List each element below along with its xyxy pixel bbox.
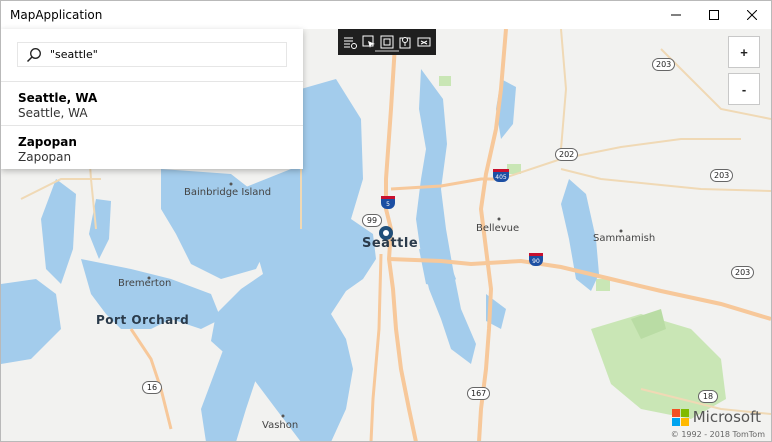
result-name: Zapopan	[18, 135, 77, 149]
result-name: Seattle, WA	[18, 91, 98, 105]
window-controls	[657, 1, 771, 29]
window-title: MapApplication	[10, 8, 103, 22]
label-sammamish: Sammamish	[593, 233, 656, 244]
screenshot-tool[interactable]	[416, 34, 432, 50]
maximize-button[interactable]	[695, 1, 733, 29]
search-box[interactable]	[17, 42, 287, 67]
select-tool[interactable]	[361, 34, 377, 50]
minimize-icon	[671, 14, 681, 16]
label-seattle: Seattle	[362, 236, 419, 251]
close-button[interactable]	[733, 1, 771, 29]
square-tool[interactable]	[379, 34, 395, 50]
map-pin-icon	[399, 37, 411, 49]
zoom-in-button[interactable]: +	[728, 36, 760, 68]
pin-tool[interactable]	[397, 34, 413, 50]
route-shield: 202	[555, 148, 579, 161]
maximize-icon	[709, 10, 719, 20]
search-input[interactable]	[50, 48, 280, 61]
route-shield: 167	[467, 387, 491, 400]
label-bellevue: Bellevue	[476, 223, 520, 234]
drawing-toolbar	[338, 29, 436, 55]
microsoft-squares-icon	[671, 408, 689, 426]
result-detail: Seattle, WA	[18, 106, 88, 120]
copyright-text: © 1992 - 2018 TomTom	[670, 430, 765, 439]
label-bremerton: Bremerton	[118, 278, 172, 289]
square-icon	[380, 35, 394, 49]
interstate-shield: 90	[529, 253, 543, 266]
microsoft-logo: Microsoft	[671, 408, 761, 426]
search-icon[interactable]	[24, 45, 44, 65]
toolbar-grip[interactable]	[375, 50, 399, 52]
label-port-orchard: Port Orchard	[96, 313, 190, 327]
search-result-item[interactable]: Seattle, WA Seattle, WA	[18, 91, 298, 120]
zoom-out-button[interactable]: -	[728, 73, 760, 105]
route-shield: 203	[652, 58, 676, 71]
divider	[1, 125, 303, 126]
route-shield: 16	[142, 381, 162, 394]
route-shield: 99	[362, 214, 382, 227]
app-window: MapApplication Bainbridge Island Seattle…	[0, 0, 772, 442]
search-panel: Seattle, WA Seattle, WA Zapopan Zapopan	[1, 29, 303, 169]
route-shield: 203	[710, 169, 734, 182]
route-shield: 203	[731, 266, 755, 279]
close-icon	[747, 10, 757, 20]
divider	[1, 81, 303, 82]
screenshot-icon	[417, 37, 431, 47]
title-bar: MapApplication	[1, 1, 771, 29]
result-detail: Zapopan	[18, 150, 72, 164]
microsoft-wordmark: Microsoft	[692, 408, 761, 426]
layer-list-tool[interactable]	[342, 34, 358, 50]
route-shield: 18	[698, 390, 718, 403]
minimize-button[interactable]	[657, 1, 695, 29]
search-result-item[interactable]: Zapopan Zapopan	[18, 135, 298, 164]
interstate-shield: 405	[493, 169, 509, 182]
select-icon	[362, 35, 375, 48]
label-bainbridge: Bainbridge Island	[184, 187, 272, 198]
label-vashon: Vashon	[262, 420, 299, 431]
layer-list-icon	[344, 37, 358, 49]
interstate-shield: 5	[381, 196, 395, 209]
